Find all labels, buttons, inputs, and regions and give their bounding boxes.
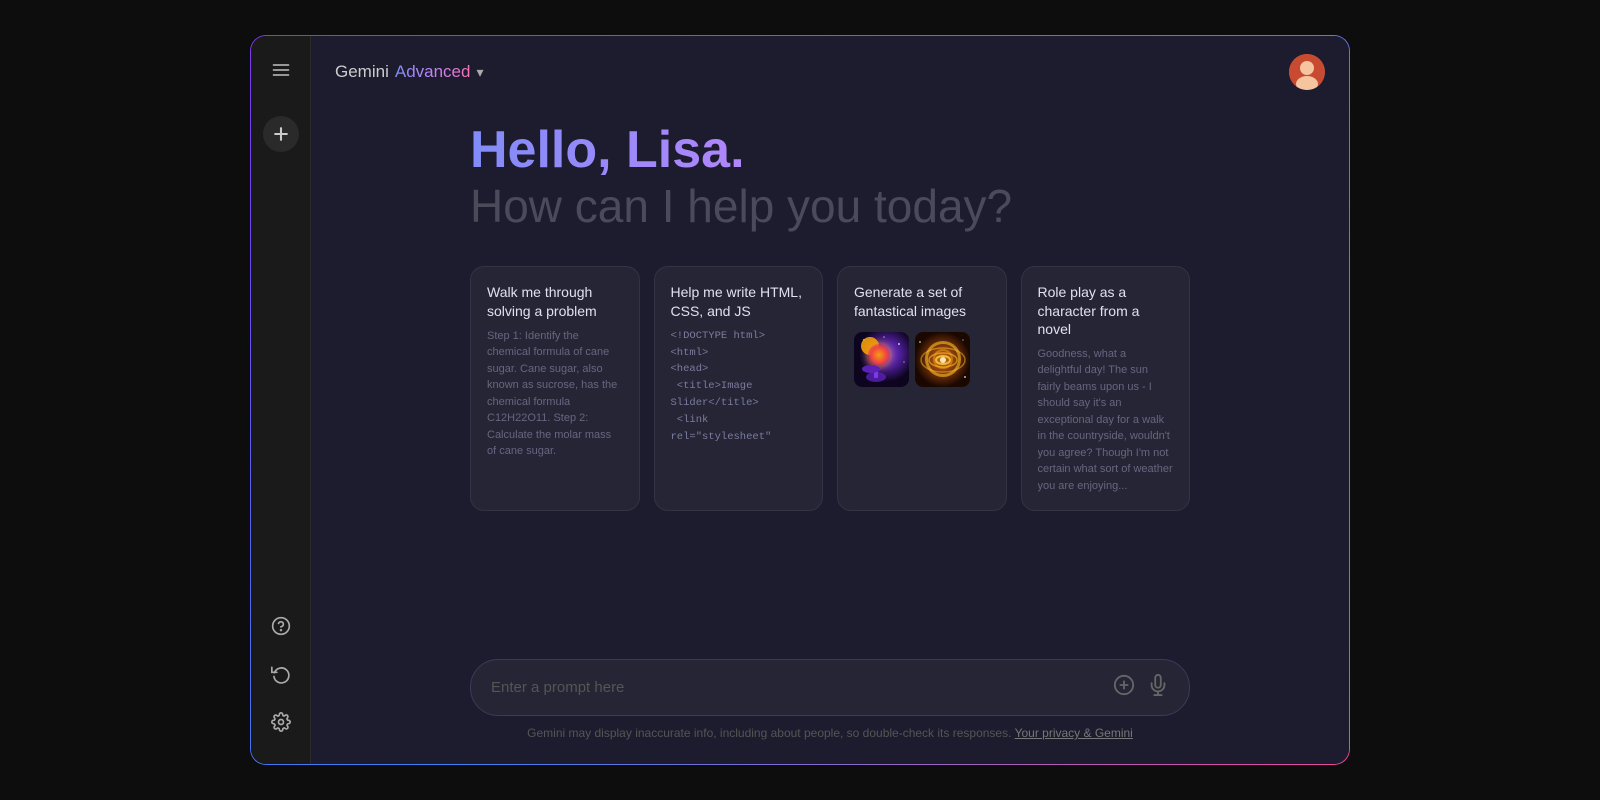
header-title-advanced: Advanced — [395, 62, 471, 82]
fantasy-image-2 — [915, 332, 970, 387]
help-button[interactable] — [263, 608, 299, 644]
card-solve-problem[interactable]: Walk me through solving a problem Step 1… — [470, 266, 640, 511]
card-2-body: <!DOCTYPE html> <html> <head> <title>Ima… — [671, 328, 807, 495]
input-area: Gemini may display inaccurate info, incl… — [311, 643, 1349, 764]
prompt-input[interactable] — [491, 679, 1101, 696]
card-3-images — [854, 332, 990, 387]
content-area: Hello, Lisa. How can I help you today? W… — [311, 102, 1349, 643]
settings-button[interactable] — [263, 704, 299, 740]
privacy-link[interactable]: Your privacy & Gemini — [1015, 726, 1133, 740]
disclaimer-text: Gemini may display inaccurate info, incl… — [527, 726, 1011, 740]
add-content-icon[interactable] — [1113, 674, 1135, 701]
disclaimer: Gemini may display inaccurate info, incl… — [470, 726, 1190, 740]
greeting-sub: How can I help you today? — [470, 179, 1190, 234]
card-1-title: Walk me through solving a problem — [487, 283, 623, 319]
header-dropdown[interactable]: ▾ — [476, 64, 483, 81]
card-2-title: Help me write HTML, CSS, and JS — [671, 283, 807, 319]
sidebar — [251, 36, 311, 764]
header: Gemini Advanced ▾ — [311, 36, 1349, 102]
card-3-title: Generate a set of fantastical images — [854, 283, 990, 319]
input-icons — [1113, 674, 1169, 701]
avatar[interactable] — [1289, 54, 1325, 90]
cards-row: Walk me through solving a problem Step 1… — [470, 266, 1190, 511]
sidebar-top — [263, 52, 299, 600]
header-left: Gemini Advanced ▾ — [335, 62, 484, 82]
sidebar-bottom — [263, 608, 299, 748]
greeting: Hello, Lisa. How can I help you today? — [470, 122, 1190, 234]
card-4-body: Goodness, what a delightful day! The sun… — [1038, 346, 1174, 495]
card-1-body: Step 1: Identify the chemical formula of… — [487, 328, 623, 495]
avatar-image — [1289, 54, 1325, 90]
card-4-title: Role play as a character from a novel — [1038, 283, 1174, 338]
new-chat-button[interactable] — [263, 116, 299, 152]
input-container — [470, 659, 1190, 716]
card-roleplay-novel[interactable]: Role play as a character from a novel Go… — [1021, 266, 1191, 511]
card-fantastical-images[interactable]: Generate a set of fantastical images — [837, 266, 1007, 511]
fantasy-image-1 — [854, 332, 909, 387]
greeting-hello: Hello, Lisa. — [470, 122, 1190, 179]
header-title-normal: Gemini — [335, 62, 389, 82]
microphone-icon[interactable] — [1147, 674, 1169, 701]
history-button[interactable] — [263, 656, 299, 692]
menu-button[interactable] — [263, 52, 299, 88]
card-write-html[interactable]: Help me write HTML, CSS, and JS <!DOCTYP… — [654, 266, 824, 511]
app-window: Gemini Advanced ▾ — [250, 35, 1350, 765]
main-panel: Gemini Advanced ▾ — [311, 36, 1349, 764]
